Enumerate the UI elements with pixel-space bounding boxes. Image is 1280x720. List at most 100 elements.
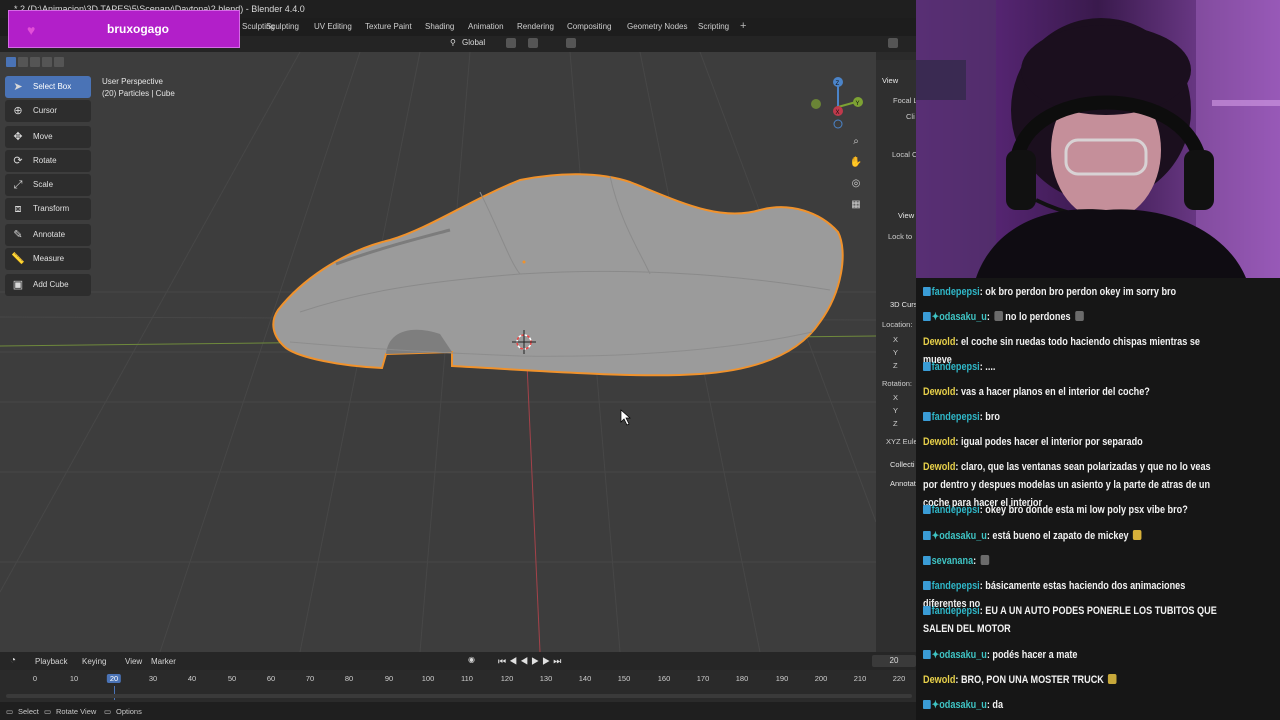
- chat-username[interactable]: sevanana: [932, 555, 974, 567]
- chat-message: ✦odasaku_u: está bueno el zapato de mick…: [923, 527, 1226, 545]
- location-z-field[interactable]: Z: [893, 361, 898, 370]
- chat-text: igual podes hacer el interior por separa…: [960, 436, 1143, 448]
- frame-tick: 160: [657, 674, 671, 683]
- playback-controls[interactable]: ⏮◀◀▶▶⏭: [498, 656, 564, 667]
- tool-annotate[interactable]: ✎ Annotate: [5, 224, 91, 246]
- snap-icon[interactable]: [528, 38, 538, 48]
- zoom-icon[interactable]: ⌕: [848, 134, 864, 150]
- chat-text: no lo perdones: [1005, 311, 1071, 323]
- chat-username[interactable]: fandepepsi: [932, 361, 980, 373]
- rotation-y-field[interactable]: Y: [893, 406, 898, 415]
- frame-tick: 100: [421, 674, 435, 683]
- frame-tick: 10: [69, 674, 79, 683]
- mouse-right-icon: ▭: [104, 707, 112, 716]
- location-x-field[interactable]: X: [893, 335, 898, 344]
- playhead-frame[interactable]: 20: [106, 674, 122, 683]
- chat-message: sevanana:: [923, 552, 1226, 570]
- rotation-x-field[interactable]: X: [893, 393, 898, 402]
- camera-view-icon[interactable]: ◎: [848, 176, 864, 192]
- 3d-viewport[interactable]: Y Z X User Perspective (20) Particles | …: [0, 52, 876, 652]
- tool-label: Rotate: [33, 156, 57, 165]
- chat-username[interactable]: odasaku_u: [939, 649, 987, 661]
- chat-username[interactable]: Dewold: [923, 436, 955, 448]
- annotations-header[interactable]: Annotat: [890, 479, 916, 488]
- chat-message: fandepepsi: EU A UN AUTO PODES PONERLE L…: [923, 605, 1217, 635]
- select-invert-icon[interactable]: [42, 57, 52, 67]
- select-new-icon[interactable]: [6, 57, 16, 67]
- tab-compositing[interactable]: Compositing: [567, 22, 611, 31]
- chat-username[interactable]: fandepepsi: [932, 580, 980, 592]
- viewport-overlay-icon[interactable]: [888, 38, 898, 48]
- select-extend-icon[interactable]: [18, 57, 28, 67]
- chat-username[interactable]: Dewold: [923, 674, 955, 686]
- pivot-icon[interactable]: [506, 38, 516, 48]
- orientation-dropdown[interactable]: Global: [462, 38, 485, 47]
- chat-badge-icon: [923, 505, 931, 514]
- measure-icon: 📏: [11, 253, 25, 265]
- panel-view-header[interactable]: View: [882, 76, 898, 85]
- add-workspace-icon[interactable]: +: [740, 20, 746, 32]
- record-icon[interactable]: ◉: [468, 655, 475, 664]
- frame-tick: 90: [384, 674, 394, 683]
- select-intersect-icon[interactable]: [54, 57, 64, 67]
- chat-username[interactable]: odasaku_u: [939, 311, 987, 323]
- editor-type-icon[interactable]: ◔: [10, 655, 16, 666]
- chat-badge-icon: [923, 312, 931, 321]
- tab-shading[interactable]: Shading: [425, 22, 454, 31]
- frame-tick: 70: [305, 674, 315, 683]
- tab-geometry-nodes[interactable]: Geometry Nodes: [627, 22, 687, 31]
- rotation-mode-dropdown[interactable]: XYZ Eule: [886, 437, 916, 446]
- menu-view[interactable]: View: [125, 657, 142, 666]
- tool-select-box[interactable]: ➤ Select Box: [5, 76, 91, 98]
- chat-username[interactable]: odasaku_u: [939, 699, 987, 711]
- tool-add-cube[interactable]: ▣ Add Cube: [5, 274, 91, 296]
- chat-username[interactable]: fandepepsi: [932, 504, 980, 516]
- chat-username[interactable]: fandepepsi: [932, 286, 980, 298]
- clip-label: Cli: [906, 112, 915, 121]
- status-select: Select: [18, 707, 39, 716]
- menu-marker[interactable]: Marker: [151, 657, 176, 666]
- select-subtract-icon[interactable]: [30, 57, 40, 67]
- webcam-image: [916, 0, 1280, 278]
- rotation-z-field[interactable]: Z: [893, 419, 898, 428]
- tab-uv-editing[interactable]: UV Editing: [314, 22, 352, 31]
- chat-username[interactable]: Dewold: [923, 386, 955, 398]
- select-mode-icons: [6, 54, 66, 72]
- tool-cursor[interactable]: ⊕ Cursor: [5, 100, 91, 122]
- timeline-scrollbar[interactable]: [6, 694, 912, 698]
- proportional-edit-icon[interactable]: [566, 38, 576, 48]
- chat-username[interactable]: odasaku_u: [939, 530, 987, 542]
- grid-view-icon[interactable]: ▦: [848, 197, 864, 213]
- chat-message: fandepepsi: ok bro perdon bro perdon oke…: [923, 283, 1226, 301]
- chat-username[interactable]: fandepepsi: [932, 411, 980, 423]
- chat-badge-icon: [923, 556, 931, 565]
- frame-tick: 210: [853, 674, 867, 683]
- 3d-cursor-header[interactable]: 3D Curs: [890, 300, 916, 309]
- tab-animation[interactable]: Animation: [468, 22, 504, 31]
- tab-rendering[interactable]: Rendering: [517, 22, 554, 31]
- viewport-info: User Perspective (20) Particles | Cube: [102, 76, 175, 100]
- menu-playback[interactable]: Playback: [35, 657, 67, 666]
- sparkle-icon: ✦: [931, 530, 940, 542]
- tool-transform[interactable]: ⧈ Transform: [5, 198, 91, 220]
- chat-username[interactable]: fandepepsi: [932, 605, 980, 617]
- tab-sculpting-2[interactable]: Sculpting: [266, 22, 299, 31]
- tool-measure[interactable]: 📏 Measure: [5, 248, 91, 270]
- tool-move[interactable]: ✥ Move: [5, 126, 91, 148]
- collection-header[interactable]: Collecti: [890, 460, 915, 469]
- chat-username[interactable]: Dewold: [923, 461, 955, 473]
- tab-texture-paint[interactable]: Texture Paint: [365, 22, 412, 31]
- chat-username[interactable]: Dewold: [923, 336, 955, 348]
- pan-hand-icon[interactable]: ✋: [848, 155, 864, 171]
- current-frame-field[interactable]: 20: [872, 655, 916, 667]
- menu-keying[interactable]: Keying: [82, 657, 106, 666]
- navigation-gizmo[interactable]: Y Z X: [811, 77, 863, 129]
- location-y-field[interactable]: Y: [893, 348, 898, 357]
- emote-icon: [1074, 311, 1084, 321]
- tool-rotate[interactable]: ⟳ Rotate: [5, 150, 91, 172]
- tool-label: Select Box: [33, 82, 72, 91]
- tool-scale[interactable]: ⤢ Scale: [5, 174, 91, 196]
- chat-message: Dewold: igual podes hacer el interior po…: [923, 436, 1143, 448]
- view-lock-header[interactable]: View: [898, 211, 914, 220]
- tab-scripting[interactable]: Scripting: [698, 22, 729, 31]
